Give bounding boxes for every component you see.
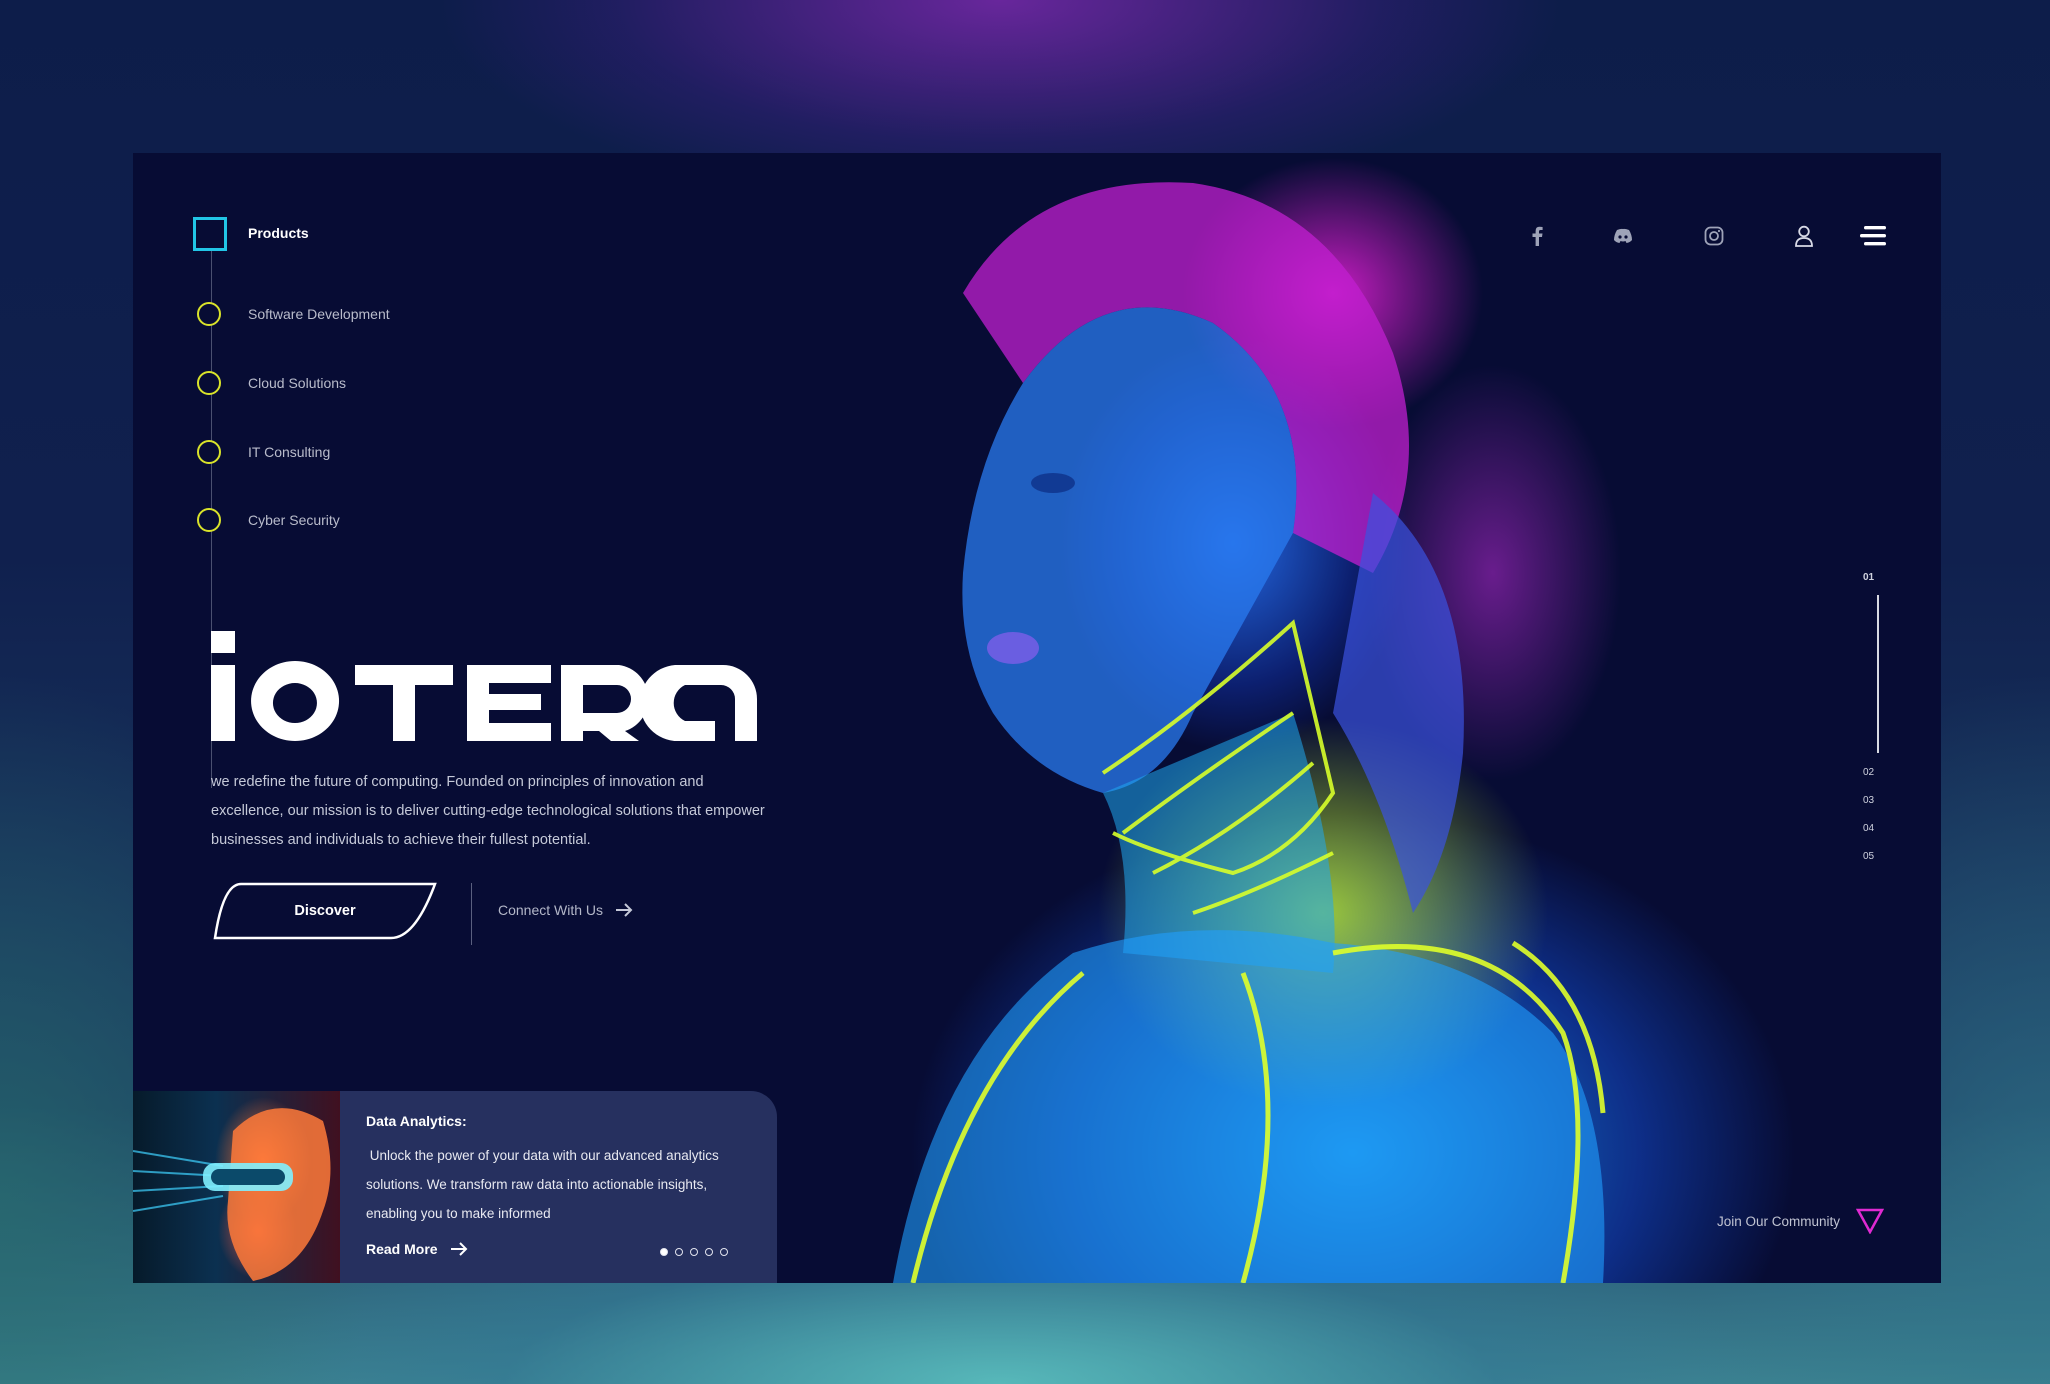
landing-page-card: Products Software Development Cloud Solu… (133, 153, 1941, 1283)
card-body: Unlock the power of your data with our a… (366, 1148, 723, 1221)
pager-item-05[interactable]: 05 (1863, 851, 1874, 862)
nav-bullet-icon (197, 440, 221, 464)
carousel-dot[interactable] (690, 1248, 698, 1256)
divider (471, 883, 472, 945)
connect-with-us-link[interactable]: Connect With Us (498, 902, 633, 918)
user-icon[interactable] (1789, 221, 1819, 251)
data-analytics-card: Data Analytics: Unlock the power of your… (133, 1091, 777, 1283)
pager-item-04[interactable]: 04 (1863, 823, 1874, 834)
nav-item-cloud-solutions[interactable]: Cloud Solutions (248, 375, 346, 391)
join-community-link[interactable]: Join Our Community (1717, 1208, 1885, 1234)
carousel-dot[interactable] (705, 1248, 713, 1256)
nav-item-cyber-security[interactable]: Cyber Security (248, 512, 340, 528)
discover-button-label: Discover (294, 903, 356, 919)
vr-headset-thumbnail (133, 1091, 340, 1283)
hero-description: we redefine the future of computing. Fou… (211, 773, 765, 848)
products-square-icon (193, 217, 227, 251)
facebook-icon[interactable] (1522, 221, 1552, 251)
card-title: Data Analytics: (366, 1113, 467, 1129)
nav-bullet-icon (197, 302, 221, 326)
menu-icon[interactable] (1858, 221, 1888, 251)
brand-logo (211, 631, 757, 741)
arrow-right-icon (616, 903, 633, 917)
arrow-right-icon (450, 1242, 467, 1256)
read-more-link[interactable]: Read More (366, 1241, 468, 1257)
carousel-dot[interactable] (675, 1248, 683, 1256)
pager-item-03[interactable]: 03 (1863, 795, 1874, 806)
nav-item-it-consulting[interactable]: IT Consulting (248, 444, 330, 460)
discover-button[interactable]: Discover (211, 882, 439, 940)
instagram-icon[interactable] (1699, 221, 1729, 251)
carousel-dot[interactable] (660, 1248, 668, 1256)
connect-with-us-label: Connect With Us (498, 902, 604, 918)
read-more-label: Read More (366, 1241, 438, 1257)
pager-progress-line (1877, 595, 1879, 753)
pager-item-01[interactable]: 01 (1863, 572, 1874, 583)
carousel-dot[interactable] (720, 1248, 728, 1256)
triangle-down-icon (1856, 1208, 1885, 1234)
carousel-dots (660, 1248, 728, 1256)
join-community-label: Join Our Community (1717, 1213, 1841, 1229)
discord-icon[interactable] (1608, 221, 1638, 251)
pager-item-02[interactable]: 02 (1863, 767, 1874, 778)
hero-image (773, 153, 1941, 1283)
nav-bullet-icon (197, 371, 221, 395)
nav-item-software-development[interactable]: Software Development (248, 306, 390, 322)
nav-header-products[interactable]: Products (248, 225, 309, 241)
nav-bullet-icon (197, 508, 221, 532)
